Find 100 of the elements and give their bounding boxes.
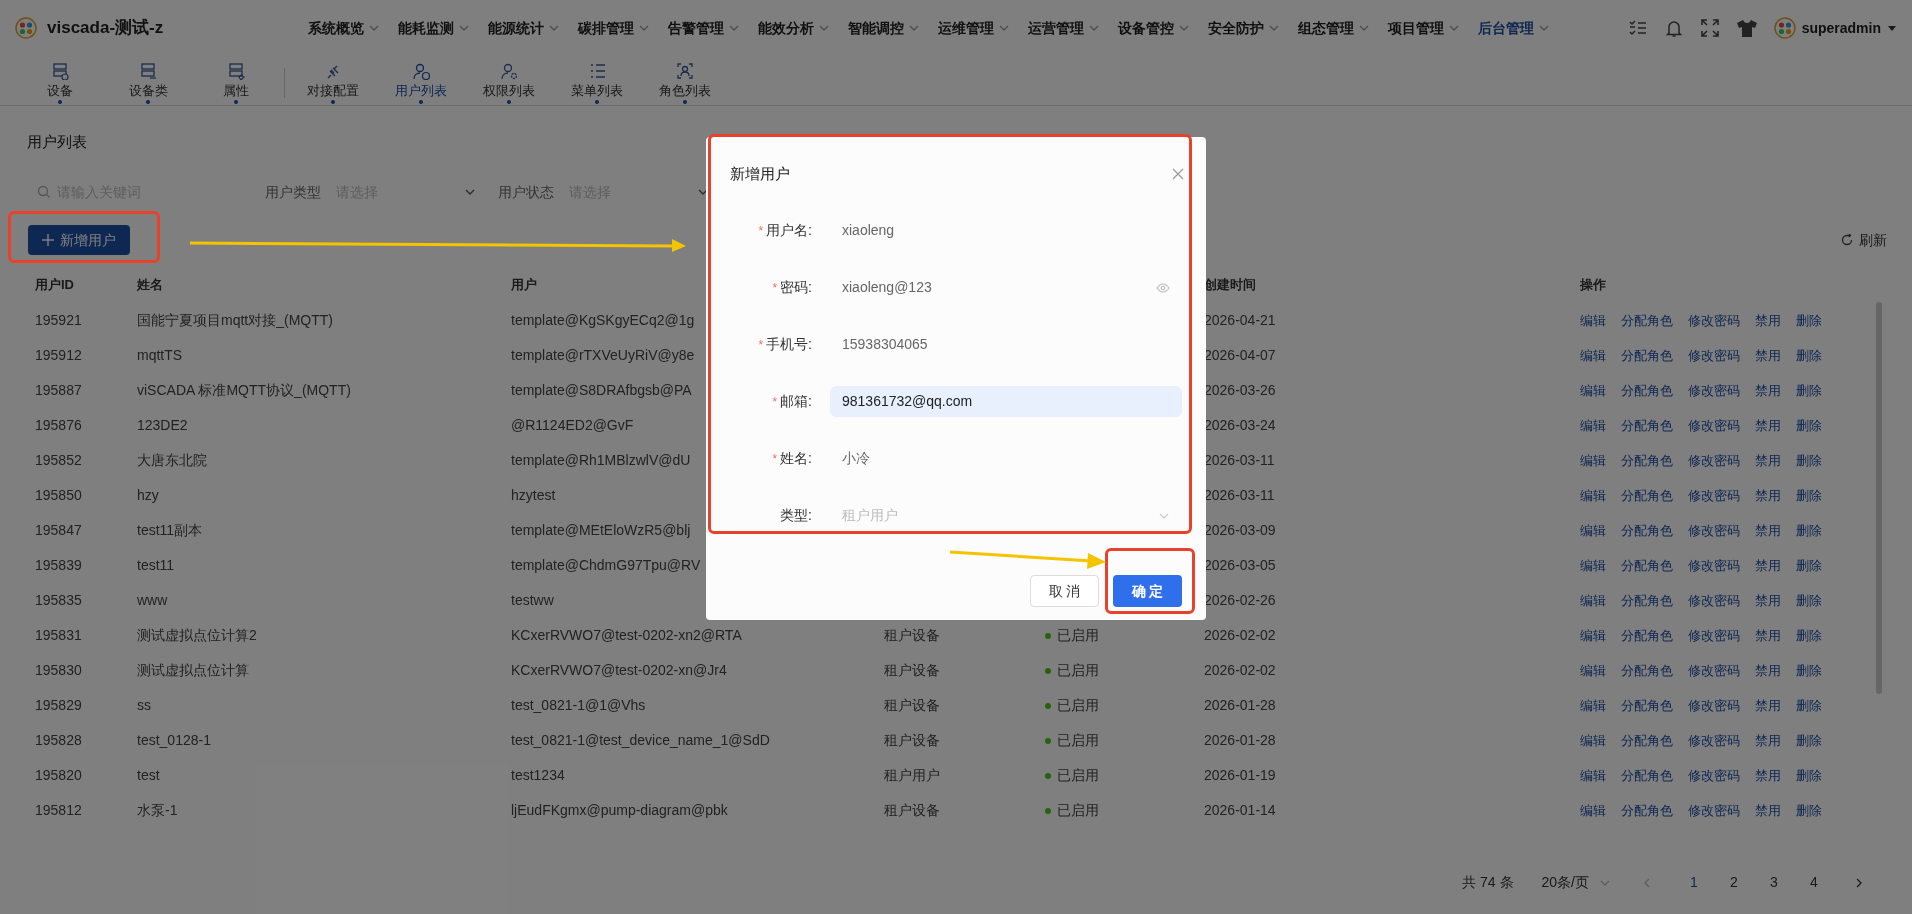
input-field[interactable]: xiaoleng bbox=[830, 215, 1182, 246]
action-link[interactable]: 禁用 bbox=[1755, 765, 1781, 786]
user-menu[interactable]: superadmin bbox=[1773, 17, 1897, 39]
action-link[interactable]: 删除 bbox=[1796, 555, 1822, 576]
action-link[interactable]: 修改密码 bbox=[1688, 310, 1740, 331]
action-link[interactable]: 编辑 bbox=[1580, 590, 1606, 611]
action-link[interactable]: 修改密码 bbox=[1688, 485, 1740, 506]
nav-menu-item[interactable]: 后台管理 bbox=[1478, 17, 1551, 39]
nav-menu-item[interactable]: 能源统计 bbox=[488, 17, 561, 39]
action-link[interactable]: 删除 bbox=[1796, 415, 1822, 436]
action-link[interactable]: 修改密码 bbox=[1688, 520, 1740, 541]
action-link[interactable]: 修改密码 bbox=[1688, 450, 1740, 471]
action-link[interactable]: 删除 bbox=[1796, 310, 1822, 331]
action-link[interactable]: 修改密码 bbox=[1688, 765, 1740, 786]
action-link[interactable]: 修改密码 bbox=[1688, 730, 1740, 751]
action-link[interactable]: 禁用 bbox=[1755, 660, 1781, 681]
action-link[interactable]: 修改密码 bbox=[1688, 555, 1740, 576]
action-link[interactable]: 删除 bbox=[1796, 450, 1822, 471]
refresh-button[interactable]: 刷新 bbox=[1841, 229, 1887, 251]
action-link[interactable]: 禁用 bbox=[1755, 730, 1781, 751]
action-link[interactable]: 编辑 bbox=[1580, 765, 1606, 786]
close-button[interactable] bbox=[1172, 168, 1184, 180]
action-link[interactable]: 编辑 bbox=[1580, 800, 1606, 821]
action-link[interactable]: 编辑 bbox=[1580, 485, 1606, 506]
action-link[interactable]: 分配角色 bbox=[1621, 625, 1673, 646]
action-link[interactable]: 分配角色 bbox=[1621, 520, 1673, 541]
action-link[interactable]: 禁用 bbox=[1755, 415, 1781, 436]
action-link[interactable]: 编辑 bbox=[1580, 695, 1606, 716]
action-link[interactable]: 删除 bbox=[1796, 660, 1822, 681]
page-button[interactable]: 4 bbox=[1799, 872, 1829, 893]
action-link[interactable]: 编辑 bbox=[1580, 345, 1606, 366]
page-button[interactable]: 1 bbox=[1679, 872, 1709, 893]
action-link[interactable]: 修改密码 bbox=[1688, 660, 1740, 681]
page-button[interactable]: 3 bbox=[1759, 872, 1789, 893]
action-link[interactable]: 删除 bbox=[1796, 520, 1822, 541]
action-link[interactable]: 删除 bbox=[1796, 625, 1822, 646]
input-field[interactable]: 小冷 bbox=[830, 443, 1182, 474]
input-field[interactable]: xiaoleng@123 bbox=[830, 272, 1182, 303]
action-link[interactable]: 修改密码 bbox=[1688, 415, 1740, 436]
nav-menu-item[interactable]: 智能调控 bbox=[848, 17, 921, 39]
action-link[interactable]: 修改密码 bbox=[1688, 625, 1740, 646]
action-link[interactable]: 分配角色 bbox=[1621, 555, 1673, 576]
nav-menu-item[interactable]: 碳排管理 bbox=[578, 17, 651, 39]
action-link[interactable]: 分配角色 bbox=[1621, 800, 1673, 821]
action-link[interactable]: 分配角色 bbox=[1621, 345, 1673, 366]
toolbar-tab[interactable]: 用户列表 bbox=[381, 56, 461, 104]
toolbar-tab[interactable]: 属性 bbox=[196, 56, 276, 104]
action-link[interactable]: 禁用 bbox=[1755, 485, 1781, 506]
nav-menu-item[interactable]: 运维管理 bbox=[938, 17, 1011, 39]
nav-menu-item[interactable]: 组态管理 bbox=[1298, 17, 1371, 39]
action-link[interactable]: 禁用 bbox=[1755, 555, 1781, 576]
add-user-button[interactable]: 新增用户 bbox=[28, 225, 130, 255]
action-link[interactable]: 编辑 bbox=[1580, 520, 1606, 541]
action-link[interactable]: 禁用 bbox=[1755, 520, 1781, 541]
action-link[interactable]: 编辑 bbox=[1580, 625, 1606, 646]
page-size-select[interactable]: 20条/页 bbox=[1541, 872, 1611, 893]
nav-menu-item[interactable]: 安全防护 bbox=[1208, 17, 1281, 39]
action-link[interactable]: 删除 bbox=[1796, 765, 1822, 786]
action-link[interactable]: 禁用 bbox=[1755, 380, 1781, 401]
toolbar-tab[interactable]: 权限列表 bbox=[469, 56, 549, 104]
cancel-button[interactable]: 取 消 bbox=[1030, 575, 1099, 607]
action-link[interactable]: 分配角色 bbox=[1621, 380, 1673, 401]
action-link[interactable]: 编辑 bbox=[1580, 310, 1606, 331]
action-link[interactable]: 分配角色 bbox=[1621, 765, 1673, 786]
nav-menu-item[interactable]: 设备管控 bbox=[1118, 17, 1191, 39]
action-link[interactable]: 编辑 bbox=[1580, 730, 1606, 751]
action-link[interactable]: 分配角色 bbox=[1621, 485, 1673, 506]
action-link[interactable]: 分配角色 bbox=[1621, 590, 1673, 611]
action-link[interactable]: 禁用 bbox=[1755, 450, 1781, 471]
action-link[interactable]: 删除 bbox=[1796, 590, 1822, 611]
action-link[interactable]: 分配角色 bbox=[1621, 450, 1673, 471]
confirm-button[interactable]: 确 定 bbox=[1113, 575, 1182, 607]
action-link[interactable]: 编辑 bbox=[1580, 660, 1606, 681]
action-link[interactable]: 分配角色 bbox=[1621, 415, 1673, 436]
action-link[interactable]: 分配角色 bbox=[1621, 695, 1673, 716]
nav-menu-item[interactable]: 能效分析 bbox=[758, 17, 831, 39]
action-link[interactable]: 删除 bbox=[1796, 695, 1822, 716]
nav-menu-item[interactable]: 系统概览 bbox=[308, 17, 381, 39]
action-link[interactable]: 删除 bbox=[1796, 485, 1822, 506]
action-link[interactable]: 编辑 bbox=[1580, 415, 1606, 436]
nav-menu-item[interactable]: 项目管理 bbox=[1388, 17, 1461, 39]
action-link[interactable]: 修改密码 bbox=[1688, 695, 1740, 716]
action-link[interactable]: 禁用 bbox=[1755, 800, 1781, 821]
action-link[interactable]: 禁用 bbox=[1755, 345, 1781, 366]
action-link[interactable]: 删除 bbox=[1796, 730, 1822, 751]
input-field[interactable]: 15938304065 bbox=[830, 329, 1182, 360]
action-link[interactable]: 分配角色 bbox=[1621, 730, 1673, 751]
action-link[interactable]: 禁用 bbox=[1755, 695, 1781, 716]
action-link[interactable]: 编辑 bbox=[1580, 380, 1606, 401]
action-link[interactable]: 修改密码 bbox=[1688, 800, 1740, 821]
nav-menu-item[interactable]: 运营管理 bbox=[1028, 17, 1101, 39]
action-link[interactable]: 编辑 bbox=[1580, 555, 1606, 576]
nav-menu-item[interactable]: 告警管理 bbox=[668, 17, 741, 39]
action-link[interactable]: 禁用 bbox=[1755, 590, 1781, 611]
action-link[interactable]: 禁用 bbox=[1755, 625, 1781, 646]
input-field[interactable]: 981361732@qq.com bbox=[830, 386, 1182, 417]
action-link[interactable]: 禁用 bbox=[1755, 310, 1781, 331]
action-link[interactable]: 删除 bbox=[1796, 345, 1822, 366]
nav-menu-item[interactable]: 能耗监测 bbox=[398, 17, 471, 39]
action-link[interactable]: 删除 bbox=[1796, 800, 1822, 821]
